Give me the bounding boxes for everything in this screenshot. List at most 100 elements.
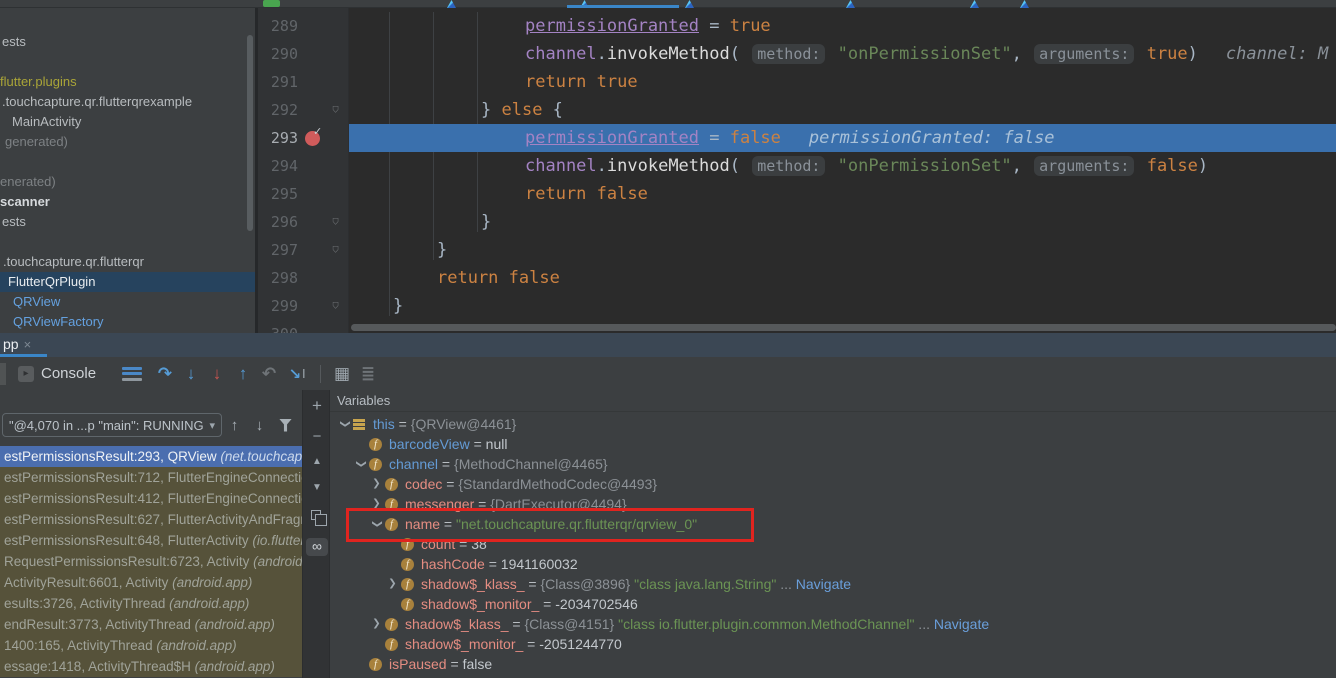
duplicate-icon[interactable] xyxy=(311,510,321,520)
tree-item[interactable]: flutter.plugins xyxy=(0,72,255,92)
horizontal-scrollbar[interactable] xyxy=(351,324,1336,331)
gutter-cell[interactable]: 298 xyxy=(258,264,349,292)
code-token: arguments: xyxy=(1034,44,1134,64)
step-into-icon[interactable]: ↓ xyxy=(178,364,204,384)
frame-row[interactable]: endResult:3773, ActivityThread (android.… xyxy=(0,614,302,635)
fold-marker-icon[interactable]: ⌂ xyxy=(332,236,339,264)
gutter-cell[interactable]: 293 ✓ xyxy=(258,124,349,152)
equals-sign: = xyxy=(509,614,525,634)
next-frame-icon[interactable]: ↓ xyxy=(247,417,272,434)
drop-frame-icon[interactable]: ↶ xyxy=(256,364,282,384)
navigate-link[interactable]: Navigate xyxy=(796,574,851,594)
tree-item[interactable] xyxy=(0,232,255,252)
threads-dropdown[interactable]: "@4,070 in ...p "main": RUNNING ▾ xyxy=(2,413,222,437)
variable-value: {QRView@4461} xyxy=(411,414,517,434)
tree-item[interactable]: ests xyxy=(0,212,255,232)
variable-row[interactable]: shadow$_monitor_ = -2034702546 xyxy=(330,594,1336,614)
gutter-cell[interactable]: 294 xyxy=(258,152,349,180)
code-token: = xyxy=(699,128,730,148)
layout-settings-icon[interactable]: ≣ xyxy=(355,364,381,384)
variable-row[interactable]: isPaused = false xyxy=(330,654,1336,674)
watch-values-icon[interactable]: ∞ xyxy=(306,538,328,556)
variable-row[interactable]: ❯ this = {QRView@4461} xyxy=(330,414,1336,434)
line-number: 295 xyxy=(264,180,298,208)
close-icon[interactable]: × xyxy=(24,337,32,352)
prev-frame-icon[interactable]: ↑ xyxy=(222,417,247,434)
frame-row[interactable]: esults:3726, ActivityThread (android.app… xyxy=(0,593,302,614)
code-token: permissionGranted xyxy=(525,128,699,148)
filter-icon[interactable] xyxy=(279,419,292,432)
code-editor[interactable]: 289 permissionGranted = true 290 channel… xyxy=(258,8,1336,333)
gutter-cell[interactable]: 300 xyxy=(258,320,349,333)
tree-item[interactable]: .touchcapture.qr.flutterqrexample xyxy=(0,92,255,112)
frame-row[interactable]: 1400:165, ActivityThread (android.app) xyxy=(0,635,302,656)
flutter-tab-icon[interactable] xyxy=(970,0,979,8)
frame-row[interactable]: estPermissionsResult:712, FlutterEngineC… xyxy=(0,467,302,488)
flutter-tab-icon[interactable] xyxy=(685,0,694,8)
variable-row[interactable]: shadow$_monitor_ = -2051244770 xyxy=(330,634,1336,654)
step-over-icon[interactable]: ↷ xyxy=(152,364,178,384)
force-step-into-icon[interactable]: ↓ xyxy=(204,364,230,384)
threads-view-icon[interactable] xyxy=(122,367,142,381)
tab-console[interactable]: ▸ Console xyxy=(18,365,96,382)
move-up-icon[interactable]: ▲ xyxy=(303,456,331,467)
gutter-cell[interactable]: 292 ⌂ xyxy=(258,96,349,124)
frame-row[interactable]: RequestPermissionsResult:6723, Activity … xyxy=(0,551,302,572)
add-watch-icon[interactable]: + xyxy=(303,396,331,416)
tree-item[interactable] xyxy=(0,52,255,72)
gutter-cell[interactable]: 299 ⌂ xyxy=(258,292,349,320)
gutter-cell[interactable]: 296 ⌂ xyxy=(258,208,349,236)
chevron-right-icon[interactable]: ❯ xyxy=(369,614,384,634)
variable-row[interactable]: barcodeView = null xyxy=(330,434,1336,454)
equals-sign: = xyxy=(470,434,486,454)
frame-row[interactable]: essage:1418, ActivityThread$H (android.a… xyxy=(0,656,302,677)
frame-row[interactable]: estPermissionsResult:412, FlutterEngineC… xyxy=(0,488,302,509)
move-down-icon[interactable]: ▼ xyxy=(303,482,331,493)
field-icon xyxy=(368,657,383,671)
code-text: return false xyxy=(349,264,1336,292)
tree-item[interactable]: FlutterQrPlugin xyxy=(0,272,255,292)
tree-item[interactable] xyxy=(0,152,255,172)
step-out-icon[interactable]: ↑ xyxy=(230,364,256,384)
tree-item[interactable]: scanner xyxy=(0,192,255,212)
gutter-cell[interactable]: 295 xyxy=(258,180,349,208)
gutter-cell[interactable]: 289 xyxy=(258,12,349,40)
variable-row[interactable]: ❯ channel = {MethodChannel@4465} xyxy=(330,454,1336,474)
frame-row[interactable]: estPermissionsResult:627, FlutterActivit… xyxy=(0,509,302,530)
project-panel: estsflutter.plugins.touchcapture.qr.flut… xyxy=(0,8,258,333)
frame-row[interactable]: estPermissionsResult:648, FlutterActivit… xyxy=(0,530,302,551)
gutter-cell[interactable]: 290 xyxy=(258,40,349,68)
evaluate-expression-icon[interactable]: ▦ xyxy=(329,364,355,384)
frame-row[interactable]: ActivityResult:6601, Activity (android.a… xyxy=(0,572,302,593)
scrollbar-thumb[interactable] xyxy=(247,35,253,231)
tree-item[interactable]: MainActivity xyxy=(0,112,255,132)
variable-row[interactable]: ❯ codec = {StandardMethodCodec@4493} xyxy=(330,474,1336,494)
tree-item[interactable]: QRView xyxy=(0,292,255,312)
remove-watch-icon[interactable]: − xyxy=(303,428,331,445)
variable-row[interactable]: ❯ shadow$_klass_ = {Class@4151} "class i… xyxy=(330,614,1336,634)
fold-marker-icon[interactable]: ⌂ xyxy=(332,208,339,236)
code-text: channel.invokeMethod( method: "onPermiss… xyxy=(349,40,1336,68)
flutter-tab-icon[interactable] xyxy=(846,0,855,8)
tree-item[interactable]: ests xyxy=(0,32,255,52)
variable-row[interactable]: hashCode = 1941160032 xyxy=(330,554,1336,574)
chevron-right-icon[interactable]: ❯ xyxy=(369,474,384,494)
tree-item[interactable]: .touchcapture.qr.flutterqr xyxy=(0,252,255,272)
fold-marker-icon[interactable]: ⌂ xyxy=(332,96,339,124)
code-lines: 289 permissionGranted = true 290 channel… xyxy=(258,12,1336,333)
variable-value: ... xyxy=(914,614,933,634)
navigate-link[interactable]: Navigate xyxy=(934,614,989,634)
tree-item[interactable]: enerated) xyxy=(0,172,255,192)
run-to-cursor-icon[interactable]: ↘ I xyxy=(282,365,312,383)
chevron-right-icon[interactable]: ❯ xyxy=(385,574,400,594)
fold-marker-icon[interactable]: ⌂ xyxy=(332,292,339,320)
flutter-tab-icon[interactable] xyxy=(1020,0,1029,8)
tree-item[interactable]: generated) xyxy=(0,132,255,152)
tree-item[interactable]: QRViewFactory xyxy=(0,312,255,332)
gutter-cell[interactable]: 297 ⌂ xyxy=(258,236,349,264)
variable-row[interactable]: ❯ shadow$_klass_ = {Class@3896} "class j… xyxy=(330,574,1336,594)
code-token: = xyxy=(699,16,730,36)
gutter-cell[interactable]: 291 xyxy=(258,68,349,96)
flutter-tab-icon[interactable] xyxy=(447,0,456,8)
frame-row[interactable]: estPermissionsResult:293, QRView (net.to… xyxy=(0,446,302,467)
